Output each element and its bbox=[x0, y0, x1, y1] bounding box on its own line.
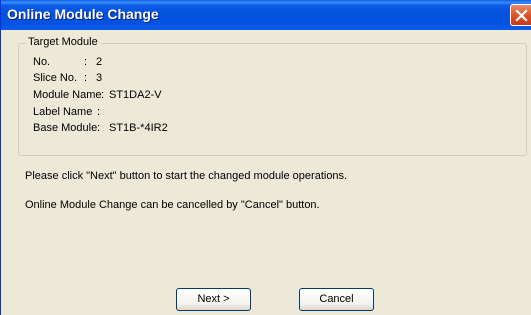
slice-no-label: Slice No. bbox=[33, 72, 78, 84]
title-bar[interactable]: Online Module Change bbox=[1, 0, 531, 30]
slice-no-separator: : bbox=[84, 72, 88, 84]
base-module-label: Base Module bbox=[33, 122, 98, 134]
module-name-value: ST1DA2-V bbox=[109, 89, 162, 101]
cancel-button[interactable]: Cancel bbox=[299, 288, 374, 311]
close-button[interactable] bbox=[510, 4, 531, 26]
base-module-separator: : bbox=[97, 122, 101, 134]
label-name-separator: : bbox=[97, 106, 101, 118]
online-module-change-dialog: Online Module Change Target Module No. :… bbox=[0, 0, 531, 315]
target-module-legend: Target Module bbox=[26, 36, 101, 48]
no-separator: : bbox=[84, 56, 88, 68]
no-label: No. bbox=[33, 56, 51, 68]
module-name-label: Module Name bbox=[33, 89, 102, 101]
dialog-title: Online Module Change bbox=[7, 6, 159, 22]
base-module-value: ST1B-*4IR2 bbox=[109, 122, 168, 134]
slice-no-value: 3 bbox=[96, 72, 103, 84]
instruction-text: Please click "Next" button to start the … bbox=[25, 170, 348, 182]
label-name-label: Label Name bbox=[33, 106, 93, 118]
next-button[interactable]: Next > bbox=[176, 288, 251, 311]
cancel-note-text: Online Module Change can be cancelled by… bbox=[25, 199, 320, 211]
no-value: 2 bbox=[96, 56, 103, 68]
module-name-separator: : bbox=[101, 89, 105, 101]
